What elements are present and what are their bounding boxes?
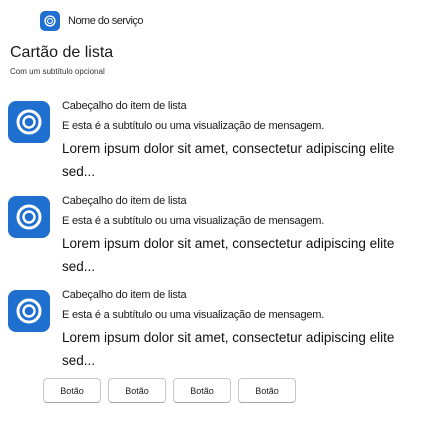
card-subtitle: Com um subtítulo opcional xyxy=(10,67,105,76)
action-button-2[interactable]: Botão xyxy=(108,378,166,403)
list-item-header: Cabeçalho do item de lista xyxy=(62,195,187,207)
ring-logo-icon xyxy=(8,196,50,238)
service-header: Nome do serviço xyxy=(40,10,144,32)
card-title: Cartão de lista xyxy=(10,44,114,61)
list-item-body: Lorem ipsum dolor sit amet, consectetur … xyxy=(62,141,395,179)
ring-logo-icon xyxy=(8,290,50,332)
list-item[interactable]: Cabeçalho do item de lista E esta é a su… xyxy=(8,100,418,187)
list-item-header: Cabeçalho do item de lista xyxy=(62,289,187,301)
list-card: Nome do serviço Cartão de lista Com um s… xyxy=(0,0,426,422)
action-button-4[interactable]: Botão xyxy=(238,378,296,403)
action-button-1[interactable]: Botão xyxy=(43,378,101,403)
service-name: Nome do serviço xyxy=(68,15,144,27)
list-item-header: Cabeçalho do item de lista xyxy=(62,100,187,112)
ring-logo-icon xyxy=(8,101,50,143)
list-item-body: Lorem ipsum dolor sit amet, consectetur … xyxy=(62,236,395,274)
list-item-subtitle: E esta é a subtítulo ou uma visualização… xyxy=(62,215,325,227)
action-button-row: Botão Botão Botão Botão xyxy=(43,378,296,403)
list-item[interactable]: Cabeçalho do item de lista E esta é a su… xyxy=(8,195,418,282)
service-logo-icon xyxy=(40,11,60,31)
list-item-body: Lorem ipsum dolor sit amet, consectetur … xyxy=(62,330,395,368)
action-button-3[interactable]: Botão xyxy=(173,378,231,403)
list-item-subtitle: E esta é a subtítulo ou uma visualização… xyxy=(62,309,325,321)
list-item-subtitle: E esta é a subtítulo ou uma visualização… xyxy=(62,120,325,132)
list-item[interactable]: Cabeçalho do item de lista E esta é a su… xyxy=(8,289,418,376)
